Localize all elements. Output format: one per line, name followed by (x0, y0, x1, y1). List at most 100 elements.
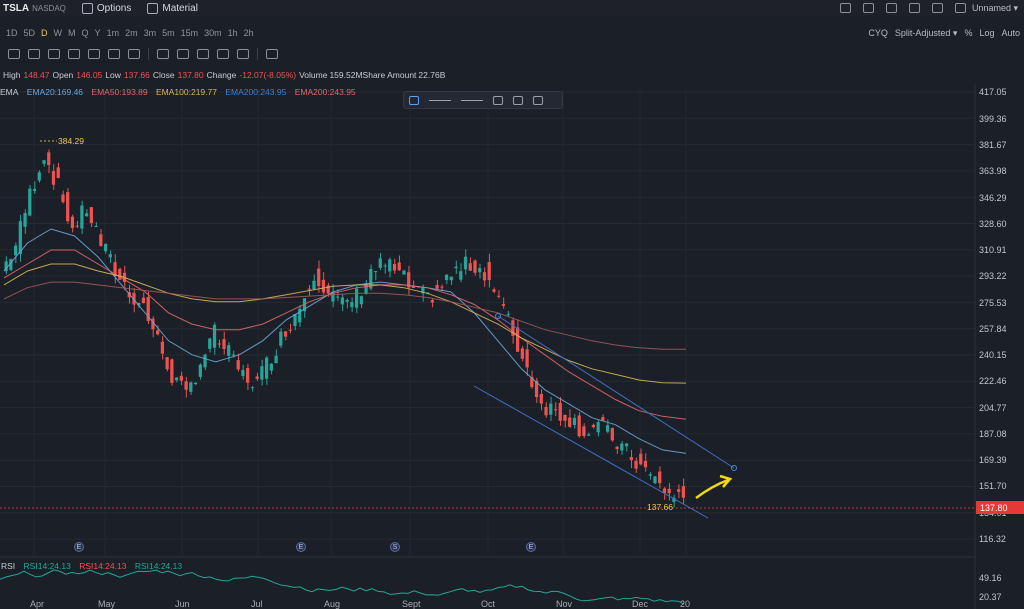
candle-body (459, 271, 463, 280)
price-tick: 257.84 (979, 324, 1007, 334)
candle-body (179, 375, 183, 381)
candle-body (516, 327, 520, 352)
candle-body (501, 304, 506, 306)
price-tick: 204.77 (979, 403, 1007, 413)
price-tick: 346.29 (979, 193, 1007, 203)
candle-body (596, 422, 600, 433)
line-width-dropdown[interactable] (461, 99, 483, 101)
time-tick: Dec (632, 599, 649, 609)
candle-body (212, 324, 217, 348)
price-tick: 275.53 (979, 298, 1007, 308)
rsi-value-3: RSI14:24.13 (134, 561, 183, 571)
candle-body (340, 297, 344, 305)
candle-body (236, 360, 240, 370)
candle-body (643, 460, 648, 468)
clone-icon[interactable] (493, 95, 503, 105)
candle-body (321, 279, 326, 293)
lock-icon[interactable] (513, 95, 523, 105)
candle-body (435, 285, 439, 289)
candle-body (198, 364, 202, 377)
candle-body (37, 172, 41, 181)
candle-body (255, 376, 259, 379)
candle-body (667, 488, 671, 494)
candle-body (539, 394, 543, 404)
earnings-event-marker[interactable]: E (74, 542, 84, 552)
rsi-label[interactable]: RSI (1, 561, 15, 571)
candle-body (482, 272, 487, 281)
candle-body (587, 434, 591, 436)
candle-body (85, 213, 89, 217)
candle-body (66, 192, 70, 222)
ema-legend: EMA EMA20:169.46 EMA50:193.89 EMA100:219… (0, 87, 362, 97)
candle-body (75, 225, 79, 227)
candle-body (94, 226, 98, 228)
candle-body (463, 256, 468, 270)
candle-body (629, 457, 633, 461)
candle-body (42, 160, 46, 164)
candle-body (497, 295, 501, 297)
candle-body (388, 259, 392, 272)
line-style-dropdown[interactable] (429, 99, 451, 101)
candle-body (440, 286, 444, 288)
candle-body (572, 417, 577, 426)
candle-body (553, 409, 558, 411)
candle-body (444, 274, 449, 281)
earnings-event-marker[interactable]: E (296, 542, 306, 552)
candle-body (549, 403, 553, 415)
candle-body (402, 270, 406, 275)
earnings-event-marker[interactable]: E (526, 542, 536, 552)
time-tick: Apr (30, 599, 45, 609)
ema-label[interactable]: EMA (0, 87, 18, 97)
price-tick: 328.60 (979, 219, 1007, 229)
candle-body (47, 152, 51, 165)
candle-body (449, 276, 453, 281)
candle-body (170, 359, 174, 383)
candle-body (473, 260, 477, 273)
price-tick: 417.05 (979, 87, 1007, 97)
rsi-value-2: RSI14:24.13 (79, 561, 127, 571)
candle-body (99, 234, 103, 246)
low-marker-label: 137.66 (647, 502, 673, 512)
pen-icon[interactable] (409, 95, 419, 105)
ema-line-ema50 (3, 249, 687, 420)
trend-arrow (695, 478, 729, 500)
price-tick: 293.22 (979, 271, 1007, 281)
candle-body (492, 289, 496, 292)
candle-body (350, 302, 354, 308)
candle-body (568, 417, 572, 427)
candle-body (582, 426, 586, 437)
candle-body (260, 366, 264, 380)
candle-body (354, 288, 359, 308)
candle-body (601, 417, 605, 421)
candle-body (468, 263, 472, 271)
candle-body (80, 205, 84, 229)
candle-body (288, 329, 292, 331)
candle-body (23, 213, 27, 227)
candle-body (208, 338, 212, 349)
rsi-tick: 20.37 (979, 592, 1002, 602)
candle-body (634, 460, 638, 469)
candle-body (639, 453, 643, 465)
candle-body (269, 363, 273, 371)
delete-icon[interactable] (533, 95, 543, 105)
rsi-tick: 49.16 (979, 573, 1002, 583)
candle-body (653, 476, 657, 484)
split-event-marker[interactable]: S (390, 542, 400, 552)
candle-body (184, 381, 188, 390)
candle-body (250, 387, 255, 389)
rsi-legend: RSI RSI14:24.13 RSI14:24.13 RSI14:24.13 (1, 561, 188, 571)
ema-line-ema200 (3, 281, 687, 350)
price-tick: 169.39 (979, 455, 1007, 465)
candle-body (620, 443, 624, 451)
candle-body (610, 428, 614, 441)
candle-body (175, 377, 179, 381)
time-tick: Aug (324, 599, 341, 609)
candle-body (70, 216, 75, 229)
candle-body (525, 349, 529, 368)
price-tick: 151.70 (979, 481, 1007, 491)
candle-body (203, 354, 207, 368)
candle-body (241, 370, 245, 377)
time-tick: May (98, 599, 116, 609)
candle-body (141, 297, 146, 304)
time-tick: 20 (680, 599, 691, 609)
